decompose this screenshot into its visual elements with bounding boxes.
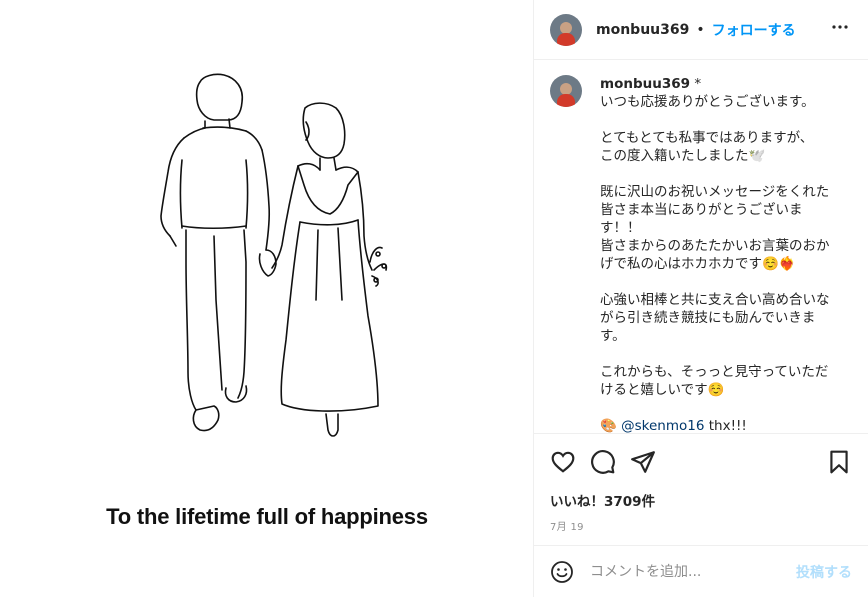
actions-bar: いいね！3709件 7月 19 [534,433,868,545]
comment-input[interactable] [588,562,788,581]
mention-link[interactable]: @skenmo16 [621,418,704,433]
post-image[interactable]: To the lifetime full of happiness [0,0,534,597]
post-container: To the lifetime full of happiness monbuu… [0,0,868,597]
caption-line [600,165,850,183]
caption-text: いつも応援ありがとうございます。 とてもとても私事ではありますが、 この度入籍いたし… [600,93,850,417]
caption-line: これからも、そっっと見守っていただ [600,364,829,380]
caption-line: げで私の心はホカホカです☺️❤️‍🔥 [600,256,796,272]
bookmark-icon[interactable] [826,449,852,475]
emoji-icon[interactable] [550,560,574,584]
caption-line: 皆さま本当にありがとうございま [600,202,803,218]
palette-emoji: 🎨 [600,418,622,433]
caption-line: 皆さまからのあたたかいお言葉のおか [600,238,830,254]
caption-line: がら引き続き競技にも励んでいきま [600,310,816,326]
caption-username-mark: * [690,76,702,92]
caption-line: 既に沢山のお祝いメッセージをくれた [600,184,830,200]
header-username[interactable]: monbuu369 [596,22,689,38]
caption-line [600,399,850,417]
caption-line: 心強い相棒と共に支え合い高め合いな [600,292,830,308]
caption-line [600,345,850,363]
comments-section[interactable]: monbuu369 * いつも応援ありがとうございます。 とてもとても私事ではあり… [534,61,868,433]
mention-suffix: thx!!! [704,418,747,433]
caption-line [600,273,850,291]
caption-line: いつも応援ありがとうございます。 [600,94,815,110]
comment-icon[interactable] [590,449,616,475]
add-comment-bar: 投稿する [534,545,868,597]
post-comment-button[interactable]: 投稿する [796,562,852,582]
caption-line: けると嬉しいです☺️ [600,382,725,398]
caption-mention-line: 🎨 @skenmo16 thx!!! [600,417,850,433]
caption-line [600,111,850,129]
caption-line: とてもとても私事ではありますが、 [600,130,814,146]
heart-icon[interactable] [550,449,576,475]
post-date[interactable]: 7月 19 [550,518,852,533]
avatar[interactable] [550,13,582,46]
caption-avatar[interactable] [550,75,582,107]
image-overlay-text: To the lifetime full of happiness [106,504,428,529]
caption-line: この度入籍いたしました🕊️ [600,148,766,164]
header-separator: • [696,21,705,38]
action-icons [550,448,852,476]
caption-line: す。 [600,328,626,344]
share-icon[interactable] [630,449,656,475]
caption: monbuu369 * いつも応援ありがとうございます。 とてもとても私事ではあり… [550,75,852,433]
caption-body: monbuu369 * いつも応援ありがとうございます。 とてもとても私事ではあり… [600,75,850,433]
caption-line: す！！ [600,220,641,236]
more-options-icon[interactable] [828,15,852,44]
post-header: monbuu369 • フォローする [534,0,868,60]
caption-username[interactable]: monbuu369 [600,76,690,92]
post-sidebar: monbuu369 • フォローする monbuu369 * いつも応援ありがと… [534,0,868,597]
like-count[interactable]: いいね！3709件 [550,490,852,510]
follow-button[interactable]: フォローする [712,20,796,40]
